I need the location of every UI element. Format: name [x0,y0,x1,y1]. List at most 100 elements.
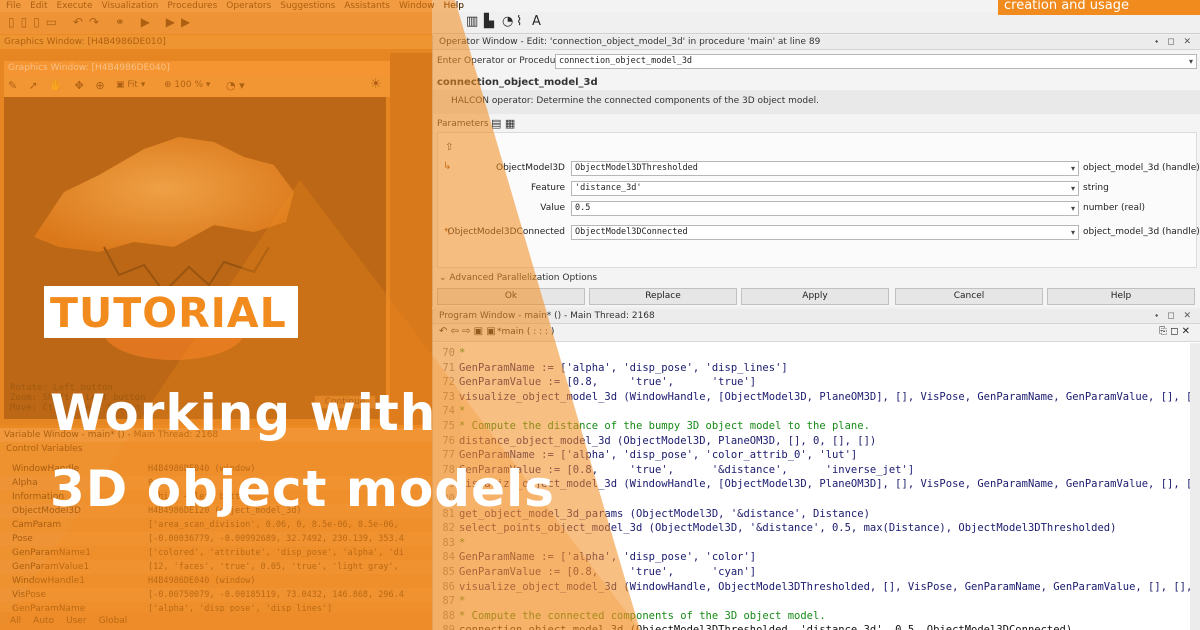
code-line[interactable]: 88 * Compute the connected components of … [433,609,1200,624]
line-number: 70 [442,347,455,359]
code-text: * [459,595,466,608]
line-number: 88 [442,609,455,622]
variable-name: WindowHandle1 [12,576,85,586]
chart-icon[interactable]: ▥ [466,14,478,29]
graphics-canvas[interactable]: Rotate: Left button Zoom: Shift + Left b… [4,97,386,419]
code-line[interactable]: 83 * [433,536,1200,551]
code-text: GenParamValue := [0.8, 'true', 'cyan'] [459,566,757,578]
code-text: * [459,536,466,549]
code-line[interactable]: 71 GenParamName := ['alpha', 'disp_pose',… [433,361,1200,376]
variable-value: [12, 'faces', 'true', 0.05, 'true', 'lig… [148,562,399,572]
line-number: 87 [442,595,455,608]
menu-item[interactable]: Window [399,1,435,11]
param-type: object_model_3d (handle) [1083,227,1200,237]
replace-button[interactable]: Replace [589,288,737,305]
window-controls[interactable]: ⬩ ◻ ✕ [1155,309,1194,324]
program-toolbar: ↶ ⇦ ⇨ ▣ ▣ *main ( : : : ) ⎘ ◻ ✕ [433,324,1200,342]
tab-user[interactable]: User [66,616,87,626]
operator-description: HALCON operator: Determine the connected… [451,96,820,106]
operator-search-input[interactable]: connection_object_model_3d ▾ [555,54,1197,69]
top-badge: creation and usage [998,0,1200,15]
nav-icons[interactable]: ↶ ⇦ ⇨ ▣ ▣ [439,326,496,337]
variable-row[interactable]: GenParamValue1 [12, 'faces', 'true', 0.05… [0,560,432,574]
tab-all[interactable]: All [10,616,21,626]
gauge-icon[interactable]: ◔ [502,14,513,29]
code-line[interactable]: 87 * [433,594,1200,609]
code-text: visualize_object_model_3d (WindowHandle,… [459,478,1193,491]
code-line[interactable]: 85 GenParamValue := [0.8, 'true', 'cyan'] [433,565,1200,580]
line-number: 73 [442,390,455,403]
histogram-icon[interactable]: ▙ [484,14,494,29]
code-line[interactable]: 72 GenParamValue := [0.8, 'true', 'true'] [433,375,1200,390]
variable-row[interactable]: Pose [-0.00036779, -0.00992689, 32.7492, … [0,532,432,546]
code-line[interactable]: 76 distance_object_model_3d (ObjectModel3… [433,434,1200,449]
line-chart-icon[interactable]: ⌇ [516,14,522,29]
param-value-field[interactable]: ObjectModel3DConnected ▾ [571,225,1079,240]
menu-item[interactable]: Procedures [167,1,217,11]
chevron-down-icon[interactable]: ▾ [1071,162,1075,175]
param-value: 'distance_3d' [575,183,642,193]
chevron-down-icon[interactable]: ▾ [1189,55,1193,68]
palette-icon[interactable]: ◔ ▾ [226,79,245,92]
code-line[interactable]: 86 visualize_object_model_3d (WindowHandl… [433,580,1200,595]
parameters-grid-icon[interactable]: ▤ ▦ [491,117,515,130]
code-line[interactable]: 89connection_object_model_3d (ObjectMode… [433,623,1200,630]
parameters-label: Parameters [437,119,489,129]
help-button[interactable]: Help [1047,288,1195,305]
tab-auto[interactable]: Auto [33,616,54,626]
toolbar-right-icons[interactable]: ⎘ ◻ ✕ [1159,326,1190,337]
line-number: 85 [442,566,455,578]
variable-name: VisPose [12,590,46,600]
ocr-icon[interactable]: A [532,14,541,29]
enter-operator-label: Enter Operator or Procedure [437,56,565,66]
graphics-tool-icons[interactable]: ✎ ➚ ✋ ✥ ⊕ [8,79,109,92]
menu-item[interactable]: Execute [57,1,93,11]
menu-item[interactable]: Help [443,1,464,11]
menu-item[interactable]: File [6,1,21,11]
apply-button[interactable]: Apply [741,288,889,305]
variable-row[interactable]: CamParam ['area_scan_division', 0.06, 0, … [0,518,432,532]
scrollbar[interactable] [1190,343,1200,630]
lightbulb-icon[interactable]: ☀ [370,77,382,92]
variable-row[interactable]: GenParamName1 ['colored', 'attribute', 'd… [0,546,432,560]
menu-item[interactable]: Assistants [344,1,390,11]
graphics-window-outer-title: Graphics Window: [H4B4986DE010] [0,35,432,49]
3d-model-render [34,137,294,360]
procedure-selector[interactable]: *main ( : : : ) [497,327,554,337]
code-line[interactable]: 75 * Compute the distance of the bumpy 3D… [433,419,1200,434]
ok-button[interactable]: Ok [437,288,585,305]
chevron-down-icon[interactable]: ▾ [1071,182,1075,195]
chevron-down-icon[interactable]: ▾ [1071,202,1075,215]
operator-name: connection_object_model_3d [437,77,598,88]
fit-dropdown[interactable]: ▣ Fit ▾ [116,80,145,90]
chevron-down-icon[interactable]: ▾ [1071,226,1075,239]
code-line[interactable]: 70 * [433,346,1200,361]
menu-item[interactable]: Visualization [102,1,159,11]
toolbar-icons[interactable]: ▯▯▯▭ ↶↷ ⚭ ▶ ▶▶ [8,15,196,29]
variable-row[interactable]: WindowHandle1 H4B4986DE040 (window) [0,574,432,588]
param-value-field[interactable]: 0.5 ▾ [571,201,1079,216]
param-value-field[interactable]: 'distance_3d' ▾ [571,181,1079,196]
variable-name: GenParamValue1 [12,562,90,572]
param-value-field[interactable]: ObjectModel3DThresholded ▾ [571,161,1079,176]
variable-value: ['area_scan_division', 0.06, 0, 8.5e-06,… [148,520,399,530]
input-icon: ⇧ [445,142,454,153]
line-number: 89 [433,623,459,630]
code-line[interactable]: 74 * [433,404,1200,419]
code-line[interactable]: 84 GenParamName := ['alpha', 'disp_pose',… [433,550,1200,565]
advanced-options[interactable]: ⌄ Advanced Parallelization Options [439,273,597,283]
menu-item[interactable]: Edit [30,1,47,11]
window-controls[interactable]: ⬩ ◻ ✕ [1155,35,1194,50]
zoom-dropdown[interactable]: ⊕ 100 % ▾ [164,80,210,90]
code-line[interactable]: 82 select_points_object_model_3d (ObjectM… [433,521,1200,536]
code-line[interactable]: 73 visualize_object_model_3d (WindowHandl… [433,390,1200,405]
variable-value: ['colored', 'attribute', 'disp_pose', 'a… [148,548,404,558]
variable-row[interactable]: VisPose [-0.00750079, -0.00185119, 73.043… [0,588,432,602]
chevron-down-icon: ⌄ [439,273,447,283]
param-label: ObjectModel3D [496,163,565,173]
menu-item[interactable]: Operators [226,1,271,11]
param-value: ObjectModel3DConnected [575,227,688,237]
menu-item[interactable]: Suggestions [280,1,335,11]
cancel-button[interactable]: Cancel [895,288,1043,305]
tab-global[interactable]: Global [99,616,128,626]
